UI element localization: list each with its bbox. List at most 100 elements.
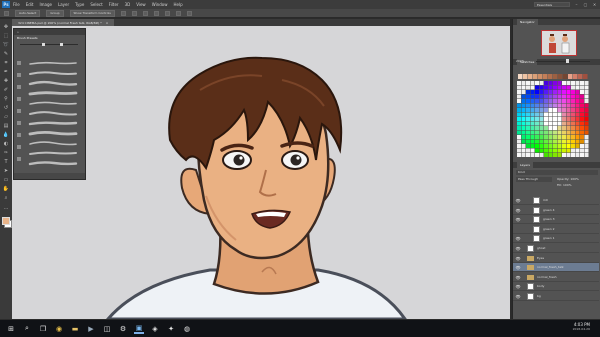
task-view-icon[interactable]: ❐ bbox=[38, 324, 48, 334]
blur-icon[interactable]: 💧 bbox=[2, 131, 10, 139]
menu-view[interactable]: View bbox=[136, 2, 146, 7]
layer-row[interactable]: green 2 bbox=[513, 224, 599, 234]
visibility-eye-icon[interactable]: 👁 bbox=[515, 198, 521, 203]
brush-preset-item[interactable] bbox=[28, 129, 78, 137]
fill-field[interactable]: Fill: 100% bbox=[557, 183, 572, 188]
steam-icon[interactable]: ⚙ bbox=[118, 324, 128, 334]
menu-type[interactable]: Type bbox=[75, 2, 84, 7]
align-left-icon[interactable] bbox=[153, 10, 159, 16]
layer-row[interactable]: 👁 m0 bbox=[513, 196, 599, 205]
windows-start-icon[interactable]: ⊞ bbox=[6, 324, 16, 334]
app-icon-1[interactable]: ◈ bbox=[150, 324, 160, 334]
brush-preset-item[interactable] bbox=[28, 59, 78, 67]
more-tools-icon[interactable]: … bbox=[2, 204, 10, 212]
visibility-eye-icon[interactable]: 👁 bbox=[515, 294, 521, 299]
brush-icon[interactable]: ✐ bbox=[2, 86, 10, 94]
layer-row[interactable]: 👁 body bbox=[513, 282, 599, 292]
distribute-icon[interactable] bbox=[186, 10, 192, 16]
group-select[interactable]: Group bbox=[46, 9, 64, 17]
layer-row[interactable]: 👁 ghost bbox=[513, 244, 599, 253]
canvas[interactable] bbox=[12, 26, 510, 319]
media-icon[interactable]: ▶ bbox=[86, 324, 96, 334]
crop-icon[interactable]: ⌗ bbox=[2, 59, 10, 67]
layer-row[interactable]: 👁 green 1 bbox=[513, 234, 599, 244]
navigator-tab[interactable]: Navigator bbox=[517, 19, 538, 25]
swatch-color-wheel-grid[interactable] bbox=[517, 81, 590, 158]
menu-image[interactable]: Image bbox=[39, 2, 52, 7]
layers-tab[interactable]: Layers bbox=[517, 162, 533, 168]
healing-icon[interactable]: ✚ bbox=[2, 77, 10, 85]
layer-row[interactable]: 👁 green 3 bbox=[513, 215, 599, 225]
marquee-icon[interactable]: ⬚ bbox=[2, 32, 10, 40]
minimize-icon[interactable]: – bbox=[574, 2, 579, 7]
show-transform-checkbox[interactable]: Show Transform Controls bbox=[69, 9, 115, 17]
align-right-icon[interactable] bbox=[175, 10, 181, 16]
menu-help[interactable]: Help bbox=[173, 2, 182, 7]
lasso-icon[interactable]: ➰ bbox=[2, 41, 10, 49]
blend-mode-select[interactable]: Pass Through bbox=[516, 177, 552, 182]
opacity-field[interactable]: Opacity: 100% bbox=[557, 177, 579, 182]
brush-preset-item[interactable] bbox=[28, 149, 78, 157]
menu-3d[interactable]: 3D bbox=[125, 2, 131, 7]
brush-preset-item[interactable] bbox=[28, 69, 78, 77]
opacity-value[interactable]: 100% bbox=[570, 177, 579, 181]
menu-edit[interactable]: Edit bbox=[26, 2, 34, 7]
visibility-eye-icon[interactable] bbox=[515, 227, 521, 232]
workspace-select[interactable]: Essentials bbox=[534, 2, 570, 7]
visibility-eye-icon[interactable]: 👁 bbox=[515, 217, 521, 222]
eraser-icon[interactable]: ▱ bbox=[2, 113, 10, 121]
path-select-icon[interactable]: ➤ bbox=[2, 167, 10, 175]
move-icon[interactable]: ✥ bbox=[2, 23, 10, 31]
move-tool-icon[interactable] bbox=[4, 10, 9, 16]
chrome-icon[interactable]: ◉ bbox=[54, 324, 64, 334]
visibility-eye-icon[interactable]: 👁 bbox=[515, 265, 521, 270]
visibility-eye-icon[interactable]: 👁 bbox=[515, 284, 521, 289]
zoom-slider[interactable] bbox=[536, 61, 590, 62]
menu-file[interactable]: File bbox=[13, 2, 20, 7]
visibility-eye-icon[interactable]: 👁 bbox=[515, 256, 521, 261]
visibility-eye-icon[interactable]: 👁 bbox=[515, 275, 521, 280]
brush-preset-item[interactable] bbox=[28, 89, 78, 97]
menu-window[interactable]: Window bbox=[152, 2, 168, 7]
visibility-eye-icon[interactable]: 👁 bbox=[515, 208, 521, 213]
shape-icon[interactable]: ▭ bbox=[2, 176, 10, 184]
search-icon[interactable]: ⌕ bbox=[22, 324, 32, 334]
file-explorer-icon[interactable]: ▬ bbox=[70, 324, 80, 334]
brush-preset-item[interactable] bbox=[28, 119, 78, 127]
menu-filter[interactable]: Filter bbox=[109, 2, 119, 7]
system-clock[interactable]: 4:03 PM 2018-04-26 bbox=[573, 322, 590, 331]
visibility-eye-icon[interactable]: 👁 bbox=[515, 236, 521, 241]
layer-row[interactable]: 👁 green 4 bbox=[513, 205, 599, 215]
layer-kind-filter[interactable]: Kind bbox=[516, 170, 598, 175]
eyedropper-icon[interactable]: ✒ bbox=[2, 68, 10, 76]
align-middle-icon[interactable] bbox=[131, 10, 137, 16]
quick-select-icon[interactable]: ✎ bbox=[2, 50, 10, 58]
fill-value[interactable]: 100% bbox=[563, 183, 572, 187]
brush-preset-item[interactable] bbox=[28, 139, 78, 147]
history-brush-icon[interactable]: ↺ bbox=[2, 104, 10, 112]
dodge-icon[interactable]: ◐ bbox=[2, 140, 10, 148]
collapse-icon[interactable]: » bbox=[17, 30, 19, 34]
menu-select[interactable]: Select bbox=[90, 2, 102, 7]
maximize-icon[interactable]: ▢ bbox=[583, 2, 588, 7]
auto-select-checkbox[interactable]: Auto-Select bbox=[15, 9, 41, 17]
navigator-preview[interactable] bbox=[541, 30, 577, 56]
brush-preset-item[interactable] bbox=[28, 159, 78, 167]
hand-icon[interactable]: ✋ bbox=[2, 185, 10, 193]
photoshop-taskbar-icon[interactable]: ▣ bbox=[134, 324, 144, 334]
type-icon[interactable]: T bbox=[2, 158, 10, 166]
app-icon-3[interactable]: ◍ bbox=[182, 324, 192, 334]
brush-preset-item[interactable] bbox=[28, 79, 78, 87]
app-icon-2[interactable]: ✦ bbox=[166, 324, 176, 334]
document-tab[interactable]: 324 CINEMA.psd @ 200% (normal Fresh talk… bbox=[12, 19, 115, 26]
align-center-icon[interactable] bbox=[164, 10, 170, 16]
align-bottom-icon[interactable] bbox=[142, 10, 148, 16]
layer-group-row[interactable]: 👁 normal_fresh_talk bbox=[513, 263, 599, 273]
pen-icon[interactable]: ✑ bbox=[2, 149, 10, 157]
layer-group-row[interactable]: 👁 Eyes bbox=[513, 253, 599, 263]
clone-stamp-icon[interactable]: ⚲ bbox=[2, 95, 10, 103]
close-icon[interactable]: ✕ bbox=[592, 2, 597, 7]
gradient-icon[interactable]: ▤ bbox=[2, 122, 10, 130]
swatch-recent-row[interactable] bbox=[518, 74, 588, 80]
layer-group-row[interactable]: 👁 normal_fresh bbox=[513, 272, 599, 282]
